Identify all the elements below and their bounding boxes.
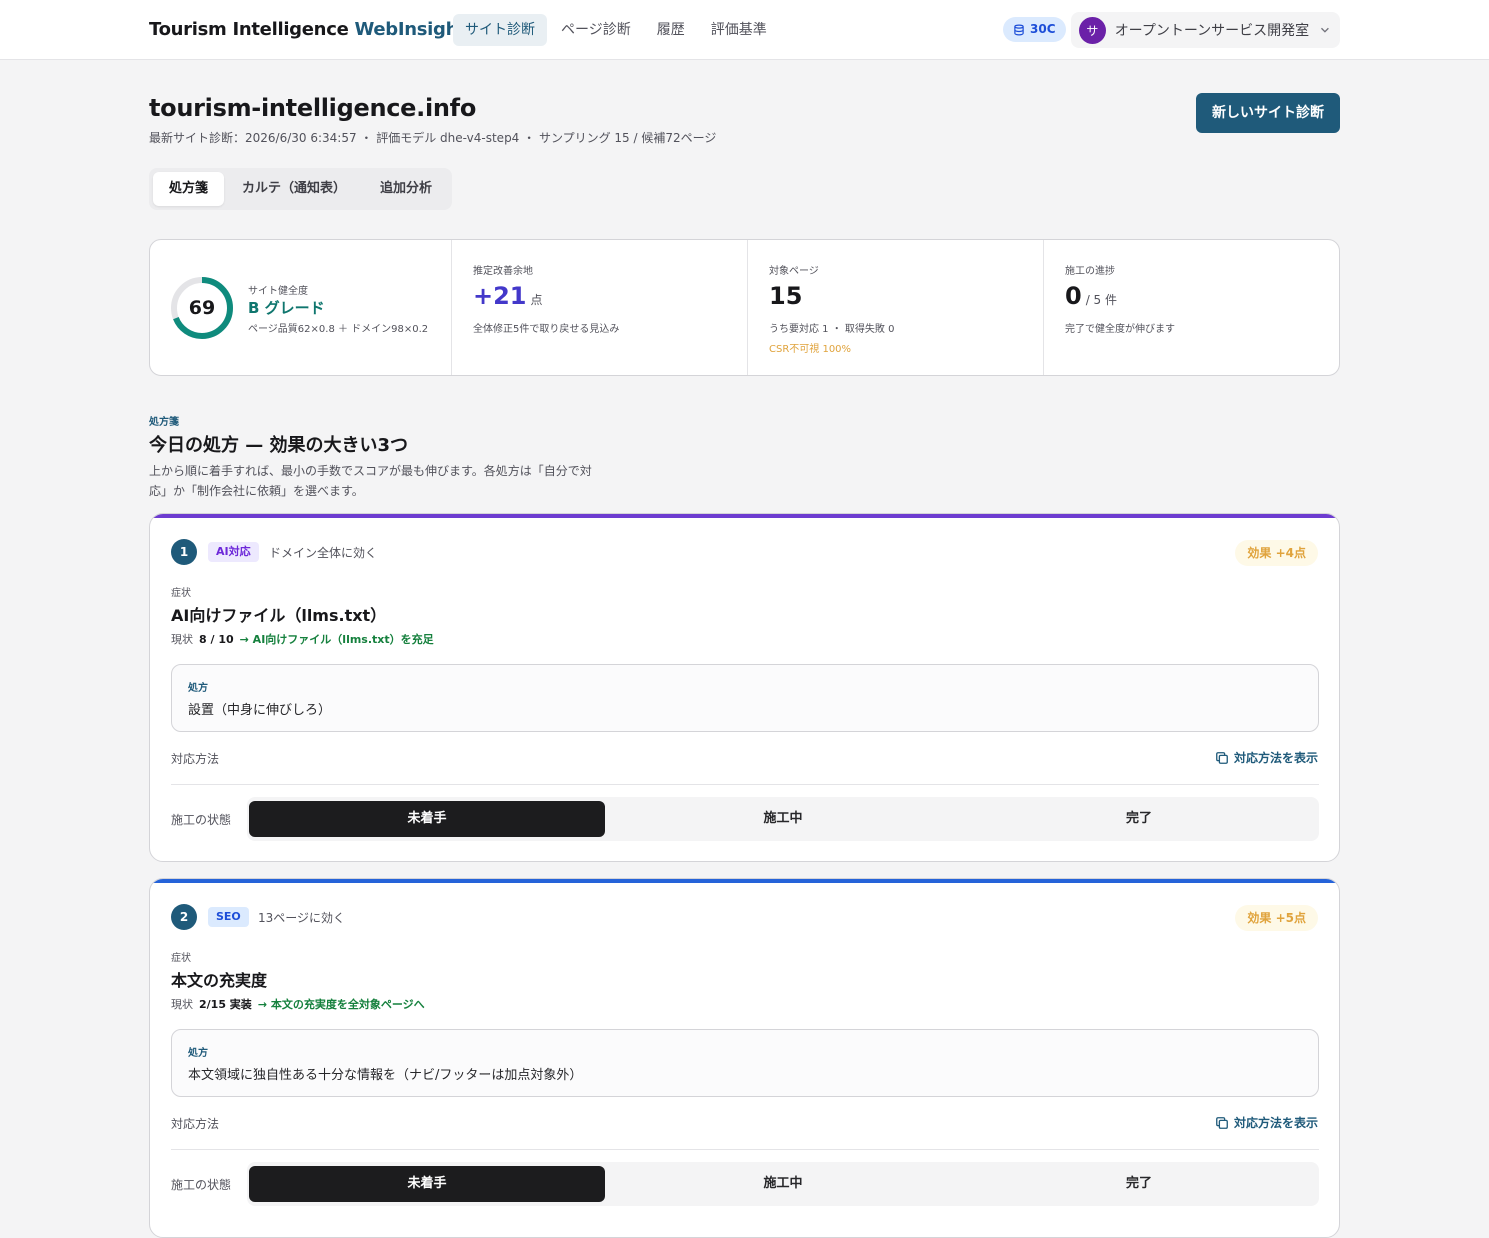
current-value: 8 / 10 <box>199 633 234 646</box>
prescription-box: 処方 設置（中身に伸びしろ） <box>171 664 1319 732</box>
status-done[interactable]: 完了 <box>961 801 1317 837</box>
goal-text: → AI向けファイル（llms.txt）を充足 <box>239 633 434 646</box>
prescription-text: 設置（中身に伸びしろ） <box>188 703 332 718</box>
show-method-label: 対応方法を表示 <box>1233 1116 1318 1130</box>
tab-prescription[interactable]: 処方箋 <box>153 172 225 206</box>
divider <box>171 1149 1319 1150</box>
top-bar: Tourism Intelligence WebInsights サイト診断 ペ… <box>0 0 1489 60</box>
symptom-label: 症状 <box>171 953 191 964</box>
new-diagnosis-button[interactable]: 新しいサイト診断 <box>1196 93 1340 133</box>
card-accent-line <box>150 514 1339 518</box>
tab-chart-report[interactable]: カルテ（通知表） <box>226 172 362 206</box>
current-value: 2/15 実装 <box>199 998 252 1011</box>
goal-text: → 本文の充実度を全対象ページへ <box>257 998 425 1011</box>
section-description: 上から順に着手すれば、最小の手数でスコアが最も伸びます。各処方は「自分で対応」か… <box>149 464 592 498</box>
nav-criteria[interactable]: 評価基準 <box>699 14 779 46</box>
prescription-text: 本文領域に独自性ある十分な情報を（ナビ/フッターは加点対象外） <box>188 1068 583 1083</box>
scope-text: 13ページに効く <box>258 911 346 925</box>
brand-name: Tourism Intelligence <box>149 19 349 40</box>
view-tabs: 処方箋 カルテ（通知表） 追加分析 <box>149 168 453 210</box>
pages-sub: うち要対応 1 ・ 取得失敗 0 <box>769 324 895 335</box>
status-not-started[interactable]: 未着手 <box>249 1166 605 1202</box>
prescription-card: 2 SEO 13ページに効く 効果 +5点 症状 本文の充実度 現状 2/15 実… <box>149 878 1340 1238</box>
prescription-label: 処方 <box>188 1048 208 1059</box>
nav-site-diagnosis[interactable]: サイト診断 <box>453 14 547 46</box>
symptom-title: 本文の充実度 <box>171 971 268 990</box>
status-done[interactable]: 完了 <box>961 1166 1317 1202</box>
status-selector: 未着手 施工中 完了 <box>247 1162 1319 1206</box>
progress-metric: 施工の進捗 0/ 5 件 完了で健全度が伸びます <box>1044 240 1339 375</box>
divider <box>171 784 1319 785</box>
page-title: tourism-intelligence.info <box>149 94 477 122</box>
status-label: 施工の状態 <box>171 1178 232 1192</box>
org-name: オープントーンサービス開発室 <box>1114 23 1310 39</box>
progress-value-row: 0/ 5 件 <box>1065 282 1117 310</box>
method-label: 対応方法 <box>171 752 220 766</box>
status-in-progress[interactable]: 施工中 <box>605 1166 961 1202</box>
tab-additional-analysis[interactable]: 追加分析 <box>364 172 448 206</box>
improvement-sub: 全体修正5件で取り戻せる見込み <box>473 324 620 335</box>
category-badge: SEO <box>208 907 249 927</box>
current-status: 現状 2/15 実装 → 本文の充実度を全対象ページへ <box>171 996 425 1012</box>
symptom-title: AI向けファイル（llms.txt） <box>171 606 387 625</box>
status-in-progress[interactable]: 施工中 <box>605 801 961 837</box>
csr-warning: CSR不可視 100% <box>769 344 852 355</box>
brand-logo[interactable]: Tourism Intelligence WebInsights <box>149 19 477 40</box>
progress-unit: / 5 件 <box>1085 293 1118 307</box>
symptom-label: 症状 <box>171 588 191 599</box>
status-selector: 未着手 施工中 完了 <box>247 797 1319 841</box>
prescription-card: 1 AI対応 ドメイン全体に効く 効果 +4点 症状 AI向けファイル（llms… <box>149 513 1340 862</box>
section-eyebrow: 処方箋 <box>149 417 179 428</box>
health-score: 69 <box>188 297 216 319</box>
pages-label: 対象ページ <box>769 266 819 277</box>
org-switcher[interactable]: サ オープントーンサービス開発室 <box>1071 12 1340 48</box>
health-grade: B グレード <box>248 299 325 317</box>
prescription-label: 処方 <box>188 683 208 694</box>
current-label: 現状 <box>171 633 193 646</box>
improvement-metric: 推定改善余地 +21 点 全体修正5件で取り戻せる見込み <box>452 240 748 375</box>
credits-value: 30C <box>1030 22 1056 36</box>
main-nav: サイト診断 ページ診断 履歴 評価基準 <box>453 14 779 46</box>
pages-value: 15 <box>769 282 803 310</box>
effect-badge: 効果 +4点 <box>1235 540 1318 566</box>
improvement-label: 推定改善余地 <box>473 266 533 277</box>
method-label: 対応方法 <box>171 1117 220 1131</box>
show-method-label: 対応方法を表示 <box>1233 751 1318 765</box>
copy-icon <box>1216 751 1228 764</box>
prescription-box: 処方 本文領域に独自性ある十分な情報を（ナビ/フッターは加点対象外） <box>171 1029 1319 1097</box>
status-not-started[interactable]: 未着手 <box>249 801 605 837</box>
current-label: 現状 <box>171 998 193 1011</box>
status-label: 施工の状態 <box>171 813 232 827</box>
current-status: 現状 8 / 10 → AI向けファイル（llms.txt）を充足 <box>171 631 434 647</box>
health-metric: 69 サイト健全度 B グレード ページ品質62×0.8 ＋ ドメイン98×0.… <box>150 240 452 375</box>
pages-metric: 対象ページ 15 うち要対応 1 ・ 取得失敗 0 CSR不可視 100% <box>748 240 1044 375</box>
rank-badge: 1 <box>171 539 197 565</box>
progress-value: 0 <box>1065 282 1082 310</box>
database-icon <box>1014 24 1024 35</box>
section-title: 今日の処方 — 効果の大きい3つ <box>149 435 409 456</box>
improvement-unit: 点 <box>530 293 543 307</box>
nav-page-diagnosis[interactable]: ページ診断 <box>549 14 643 46</box>
metrics-panel: 69 サイト健全度 B グレード ページ品質62×0.8 ＋ ドメイン98×0.… <box>149 239 1340 376</box>
improvement-value-row: +21 点 <box>473 282 543 310</box>
health-label: サイト健全度 <box>248 286 308 297</box>
improvement-value: +21 <box>473 282 527 310</box>
health-formula: ページ品質62×0.8 ＋ ドメイン98×0.2 <box>248 324 429 335</box>
show-method-link[interactable]: 対応方法を表示 <box>1215 1114 1318 1131</box>
effect-badge: 効果 +5点 <box>1235 905 1318 931</box>
copy-icon <box>1216 1116 1228 1129</box>
credits-badge[interactable]: 30C <box>1003 17 1066 42</box>
nav-history[interactable]: 履歴 <box>645 14 697 46</box>
card-accent-line <box>150 879 1339 883</box>
rank-badge: 2 <box>171 904 197 930</box>
progress-sub: 完了で健全度が伸びます <box>1065 324 1175 335</box>
scope-text: ドメイン全体に効く <box>269 546 378 560</box>
show-method-link[interactable]: 対応方法を表示 <box>1215 749 1318 766</box>
diagnosis-meta: 最新サイト診断：2026/6/30 6:34:57 ・ 評価モデル dhe-v4… <box>149 131 717 145</box>
chevron-down-icon <box>1321 27 1329 33</box>
avatar: サ <box>1079 16 1106 44</box>
progress-label: 施工の進捗 <box>1065 266 1115 277</box>
category-badge: AI対応 <box>208 542 259 562</box>
